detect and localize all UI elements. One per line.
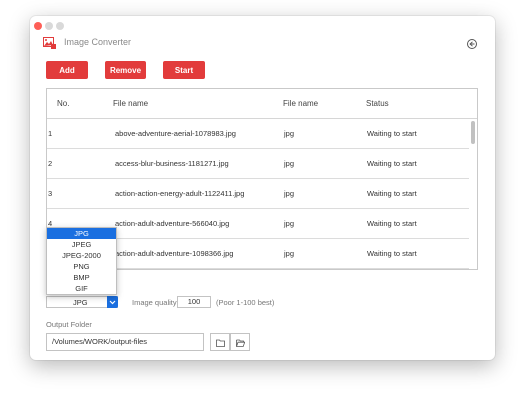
row-format: jpg <box>284 189 295 198</box>
row-file-name: above-adventure-aerial-1078983.jpg <box>115 129 236 138</box>
table-row[interactable]: 2 access-blur-business-1181271.jpg jpg W… <box>47 148 469 179</box>
format-option-jpg[interactable]: JPG <box>47 228 116 239</box>
back-circle-icon[interactable] <box>467 39 477 49</box>
row-file-name: access-blur-business-1181271.jpg <box>115 159 229 168</box>
row-format: jpg <box>284 219 295 228</box>
remove-button[interactable]: Remove <box>105 61 146 79</box>
header-format[interactable]: File name <box>283 99 318 108</box>
format-option-png[interactable]: PNG <box>47 261 116 272</box>
quality-input[interactable]: 100 <box>177 296 211 308</box>
table-row[interactable]: 1 above-adventure-aerial-1078983.jpg jpg… <box>47 118 469 149</box>
app-title: Image Converter <box>64 37 132 47</box>
format-select[interactable]: JPG <box>46 296 118 308</box>
table-header: No. File name File name Status <box>47 89 477 119</box>
row-status: Waiting to start <box>367 159 417 168</box>
choose-folder-button[interactable] <box>210 333 230 351</box>
close-window-button[interactable] <box>34 22 42 30</box>
table-row[interactable]: 3 action-action-energy-adult-1122411.jpg… <box>47 178 469 209</box>
output-folder-label: Output Folder <box>46 320 92 329</box>
row-number: 3 <box>48 189 53 198</box>
row-number: 2 <box>48 159 53 168</box>
chevron-down-icon[interactable] <box>107 296 118 308</box>
table-scrollbar[interactable] <box>470 118 477 269</box>
row-file-name: action-adult-adventure-1098366.jpg <box>115 249 234 258</box>
format-option-gif[interactable]: GIF <box>47 283 116 294</box>
minimize-window-button[interactable] <box>45 22 53 30</box>
row-status: Waiting to start <box>367 219 417 228</box>
format-select-value: JPG <box>73 298 88 307</box>
format-dropdown-menu: JPG JPEG JPEG-2000 PNG BMP GIF <box>46 227 117 295</box>
row-format: jpg <box>284 129 295 138</box>
add-button[interactable]: Add <box>46 61 88 79</box>
zoom-window-button[interactable] <box>56 22 64 30</box>
row-format: jpg <box>284 159 295 168</box>
quality-hint: (Poor 1-100 best) <box>216 298 275 307</box>
app-image-icon <box>43 36 56 49</box>
quality-label: Image quality <box>132 298 177 307</box>
row-number: 1 <box>48 129 53 138</box>
row-status: Waiting to start <box>367 129 417 138</box>
open-folder-button[interactable] <box>230 333 250 351</box>
header-no[interactable]: No. <box>57 99 69 108</box>
row-file-name: action-action-energy-adult-1122411.jpg <box>115 189 245 198</box>
app-window: Image Converter Add Remove Start No. Fil… <box>30 16 495 360</box>
output-folder-field[interactable]: /Volumes/WORK/output-files <box>46 333 204 351</box>
row-format: jpg <box>284 249 295 258</box>
header-file-name[interactable]: File name <box>113 99 148 108</box>
row-file-name: action-adult-adventure-566040.jpg <box>115 219 230 228</box>
row-status: Waiting to start <box>367 249 417 258</box>
title-bar <box>30 16 495 34</box>
format-option-jpeg[interactable]: JPEG <box>47 239 116 250</box>
scrollbar-thumb[interactable] <box>471 121 475 144</box>
header-status[interactable]: Status <box>366 99 389 108</box>
format-option-jpeg-2000[interactable]: JPEG-2000 <box>47 250 116 261</box>
start-button[interactable]: Start <box>163 61 205 79</box>
format-option-bmp[interactable]: BMP <box>47 272 116 283</box>
row-status: Waiting to start <box>367 189 417 198</box>
